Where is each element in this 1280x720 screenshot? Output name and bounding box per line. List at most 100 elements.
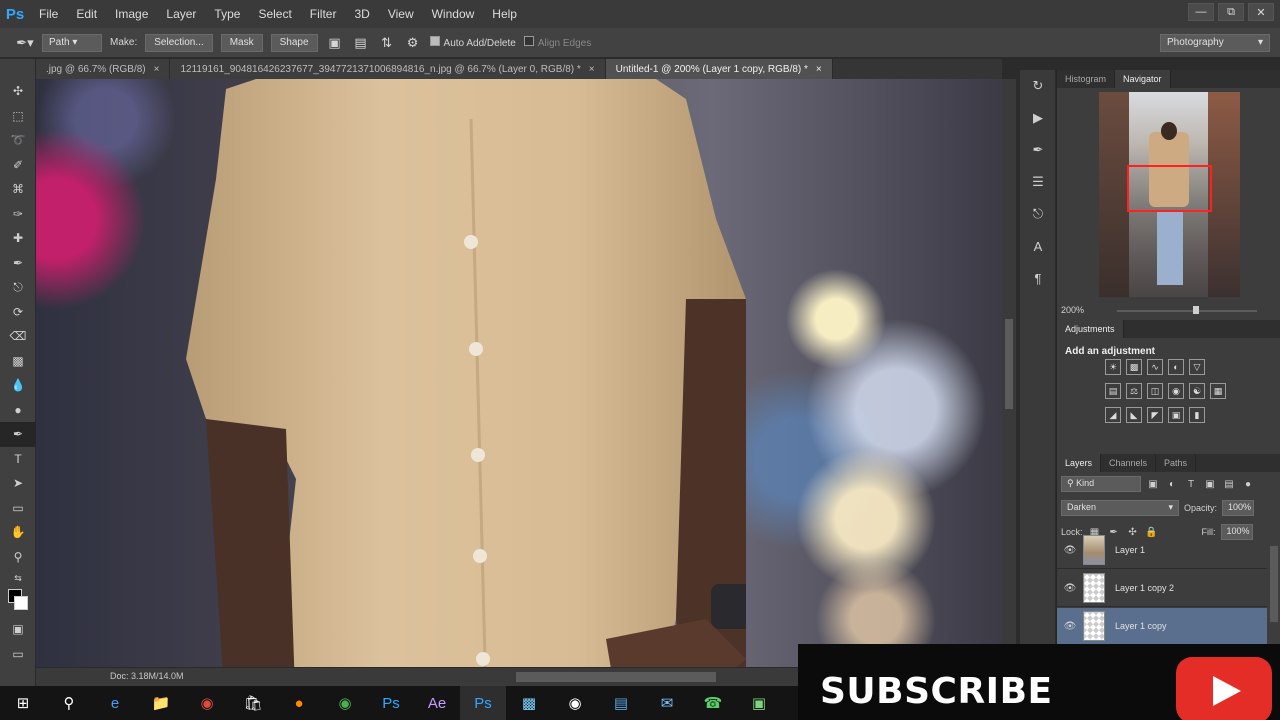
quick-mask-icon[interactable]: ▣ [0, 617, 36, 642]
brush-presets-panel-icon[interactable]: ✒ [1020, 134, 1056, 166]
color-balance-icon[interactable]: ⚖ [1126, 383, 1142, 399]
edge-browser-icon[interactable]: e [92, 686, 138, 720]
close-tab-icon[interactable]: × [816, 64, 822, 75]
menu-image[interactable]: Image [106, 0, 157, 28]
close-button[interactable]: ✕ [1248, 3, 1274, 21]
visibility-eye-icon[interactable]: 👁 [1057, 621, 1083, 632]
blend-mode-select[interactable]: Darken ▾ [1061, 500, 1179, 516]
minimize-button[interactable]: — [1188, 3, 1214, 21]
restore-button[interactable]: ⧉ [1218, 3, 1244, 21]
photo-filter-icon[interactable]: ◉ [1168, 383, 1184, 399]
menu-layer[interactable]: Layer [157, 0, 205, 28]
filter-adjustment-icon[interactable]: ◐ [1165, 477, 1179, 491]
screen-mode-icon[interactable]: ▭ [0, 642, 36, 667]
character-panel-icon[interactable]: A [1020, 230, 1056, 262]
lasso-tool-icon[interactable]: ➰ [0, 128, 36, 153]
menu-3d[interactable]: 3D [345, 0, 378, 28]
gradient-tool-icon[interactable]: ▩ [0, 349, 36, 374]
tab-document-1[interactable]: .jpg @ 66.7% (RGB/8) × [36, 59, 171, 79]
color-lookup-icon[interactable]: ▦ [1210, 383, 1226, 399]
tab-navigator[interactable]: Navigator [1115, 70, 1171, 88]
layer-row[interactable]: 👁 Layer 1 copy 2 [1057, 570, 1267, 607]
visibility-eye-icon[interactable]: 👁 [1057, 583, 1083, 594]
make-shape-button[interactable]: Shape [270, 33, 318, 52]
tab-layers[interactable]: Layers [1057, 454, 1102, 472]
levels-icon[interactable]: ▩ [1126, 359, 1142, 375]
brush-tool-icon[interactable]: ✒ [0, 251, 36, 276]
after-effects-icon[interactable]: Ae [414, 686, 460, 720]
navigator-zoom-value[interactable]: 200% [1061, 305, 1084, 315]
vertical-scroll-thumb[interactable] [1005, 319, 1013, 409]
opacity-input[interactable]: 100% [1222, 500, 1255, 516]
align-edges-checkbox[interactable]: Align Edges [523, 36, 591, 49]
dodge-tool-icon[interactable]: ● [0, 398, 36, 423]
filter-shape-icon[interactable]: ▣ [1203, 477, 1217, 491]
path-operations-icon[interactable]: ▣ [326, 34, 344, 52]
path-alignment-icon[interactable]: ▤ [352, 34, 370, 52]
tab-histogram[interactable]: Histogram [1057, 70, 1116, 88]
channel-mixer-icon[interactable]: ☯ [1189, 383, 1205, 399]
quick-select-tool-icon[interactable]: ✐ [0, 153, 36, 178]
tab-document-2[interactable]: 12119161_904816426237677_394772137100689… [170, 59, 606, 79]
layers-scrollbar[interactable] [1270, 546, 1278, 622]
canvas-vertical-scrollbar[interactable] [1002, 79, 1016, 667]
canvas[interactable] [36, 79, 1002, 667]
horizontal-scroll-thumb[interactable] [516, 672, 716, 682]
clone-source-panel-icon[interactable]: ⎋ [1020, 198, 1056, 230]
menu-view[interactable]: View [379, 0, 423, 28]
menu-filter[interactable]: Filter [301, 0, 346, 28]
navigator-zoom-slider[interactable] [1117, 310, 1257, 312]
tab-channels[interactable]: Channels [1101, 454, 1157, 472]
auto-add-delete-checkbox[interactable]: Auto Add/Delete [429, 36, 516, 49]
path-selection-tool-icon[interactable]: ➤ [0, 471, 36, 496]
menu-help[interactable]: Help [483, 0, 526, 28]
tab-paths[interactable]: Paths [1156, 454, 1197, 472]
tab-adjustments[interactable]: Adjustments [1057, 320, 1124, 338]
camtasia-icon[interactable]: ▣ [736, 686, 782, 720]
menu-file[interactable]: File [30, 0, 67, 28]
layer-row[interactable]: 👁 Layer 1 [1057, 532, 1267, 569]
filter-smart-object-icon[interactable]: ▤ [1222, 477, 1236, 491]
layer-row-selected[interactable]: 👁 Layer 1 copy [1057, 608, 1267, 645]
gradient-map-icon[interactable]: ▮ [1189, 407, 1205, 423]
brightness-icon[interactable]: ☀ [1105, 359, 1121, 375]
kind-filter-select[interactable]: ⚲ Kind [1061, 476, 1141, 492]
gear-icon[interactable]: ⚙ [404, 34, 422, 52]
tool-mode-select[interactable]: Path ▾ [42, 33, 102, 52]
zoom-tool-icon[interactable]: ⚲ [0, 545, 36, 570]
chrome-icon[interactable]: ◉ [184, 686, 230, 720]
file-explorer-icon[interactable]: 📁 [138, 686, 184, 720]
eyedropper-tool-icon[interactable]: ✑ [0, 202, 36, 227]
make-mask-button[interactable]: Mask [220, 33, 263, 52]
make-selection-button[interactable]: Selection... [145, 33, 213, 52]
filter-toggle-icon[interactable]: ● [1241, 477, 1255, 491]
media-app-icon[interactable]: ◉ [552, 686, 598, 720]
threshold-icon[interactable]: ◤ [1147, 407, 1163, 423]
menu-select[interactable]: Select [249, 0, 300, 28]
visibility-eye-icon[interactable]: 👁 [1057, 545, 1083, 556]
move-tool-icon[interactable]: ✣ [0, 79, 36, 104]
selective-color-icon[interactable]: ▣ [1168, 407, 1184, 423]
photoshop-active-taskbar-icon[interactable]: Ps [460, 686, 506, 720]
curves-icon[interactable]: ∿ [1147, 359, 1163, 375]
hue-saturation-icon[interactable]: ▤ [1105, 383, 1121, 399]
healing-brush-tool-icon[interactable]: ✚ [0, 226, 36, 251]
photoshop-taskbar-icon[interactable]: Ps [368, 686, 414, 720]
hand-tool-icon[interactable]: ✋ [0, 520, 36, 545]
whatsapp-icon[interactable]: ☎ [690, 686, 736, 720]
filter-type-icon[interactable]: T [1184, 477, 1198, 491]
pen-tool-icon[interactable]: ✒ [0, 422, 36, 447]
history-brush-tool-icon[interactable]: ⟳ [0, 300, 36, 325]
swap-colors-icon[interactable]: ⇆ [0, 569, 36, 587]
navigator-thumbnail[interactable] [1099, 92, 1240, 297]
menu-edit[interactable]: Edit [67, 0, 106, 28]
mail-app-icon[interactable]: ✉ [644, 686, 690, 720]
network-app-icon[interactable]: ◉ [322, 686, 368, 720]
color-swatches-icon[interactable] [0, 587, 36, 617]
close-tab-icon[interactable]: × [589, 64, 595, 75]
history-panel-icon[interactable]: ↻ [1020, 70, 1056, 102]
properties-panel-icon[interactable]: ☰ [1020, 166, 1056, 198]
marquee-tool-icon[interactable]: ⬚ [0, 104, 36, 129]
pen-tool-preset-icon[interactable]: ✒▾ [16, 34, 34, 52]
posterize-icon[interactable]: ◣ [1126, 407, 1142, 423]
